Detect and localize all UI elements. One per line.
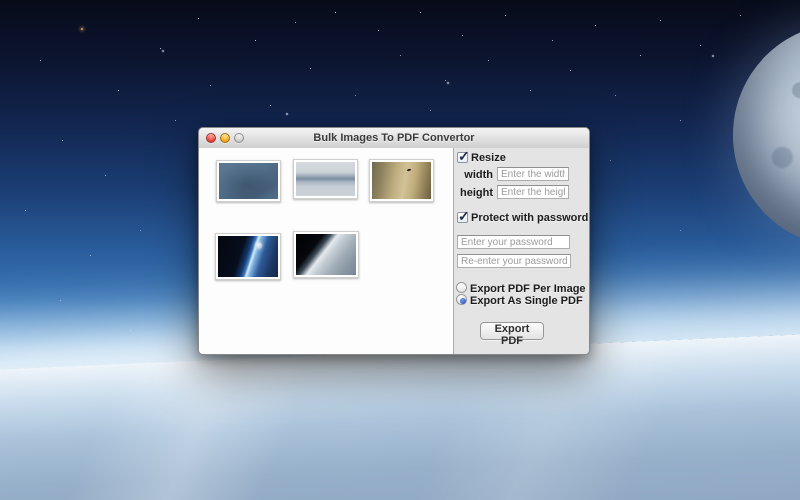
resize-label[interactable]: Resize bbox=[471, 152, 506, 164]
earth-surface-image bbox=[296, 234, 356, 275]
export-single-pdf-radio[interactable] bbox=[456, 294, 467, 305]
protect-password-label[interactable]: Protect with password bbox=[471, 212, 588, 224]
thumbnail-earth-horizon-moon[interactable] bbox=[215, 233, 281, 280]
world-map-blue-image bbox=[219, 163, 278, 199]
window-title: Bulk Images To PDF Convertor bbox=[199, 128, 589, 148]
thumbnail-misty-lake[interactable] bbox=[293, 159, 358, 199]
thumbnail-golden-cliff-bird[interactable] bbox=[369, 159, 434, 202]
title-bar[interactable]: Bulk Images To PDF Convertor bbox=[199, 128, 589, 149]
export-per-image-label[interactable]: Export PDF Per Image bbox=[470, 283, 586, 295]
options-panel: Resize width height Protect with passwor… bbox=[453, 148, 589, 354]
export-pdf-button[interactable]: Export PDF bbox=[480, 322, 544, 340]
resize-checkbox[interactable] bbox=[457, 152, 468, 163]
width-label: width bbox=[454, 169, 493, 181]
reenter-password-input[interactable] bbox=[457, 254, 571, 268]
thumbnail-earth-surface[interactable] bbox=[293, 231, 359, 278]
golden-cliff-bird-image bbox=[372, 162, 431, 199]
orange-star bbox=[81, 28, 83, 30]
height-input[interactable] bbox=[497, 185, 569, 199]
thumbnail-world-map-blue[interactable] bbox=[216, 160, 281, 202]
protect-password-checkbox[interactable] bbox=[457, 212, 468, 223]
password-input[interactable] bbox=[457, 235, 570, 249]
bright-stars bbox=[0, 0, 2, 2]
app-window: Bulk Images To PDF Convertor Resize widt… bbox=[198, 127, 590, 355]
export-single-pdf-label[interactable]: Export As Single PDF bbox=[470, 295, 583, 307]
export-per-image-radio[interactable] bbox=[456, 282, 467, 293]
misty-lake-image bbox=[296, 162, 355, 196]
moon bbox=[733, 23, 800, 247]
height-label: height bbox=[454, 187, 493, 199]
width-input[interactable] bbox=[497, 167, 569, 181]
image-gallery bbox=[199, 148, 453, 354]
earth-horizon-moon-image bbox=[218, 236, 278, 277]
